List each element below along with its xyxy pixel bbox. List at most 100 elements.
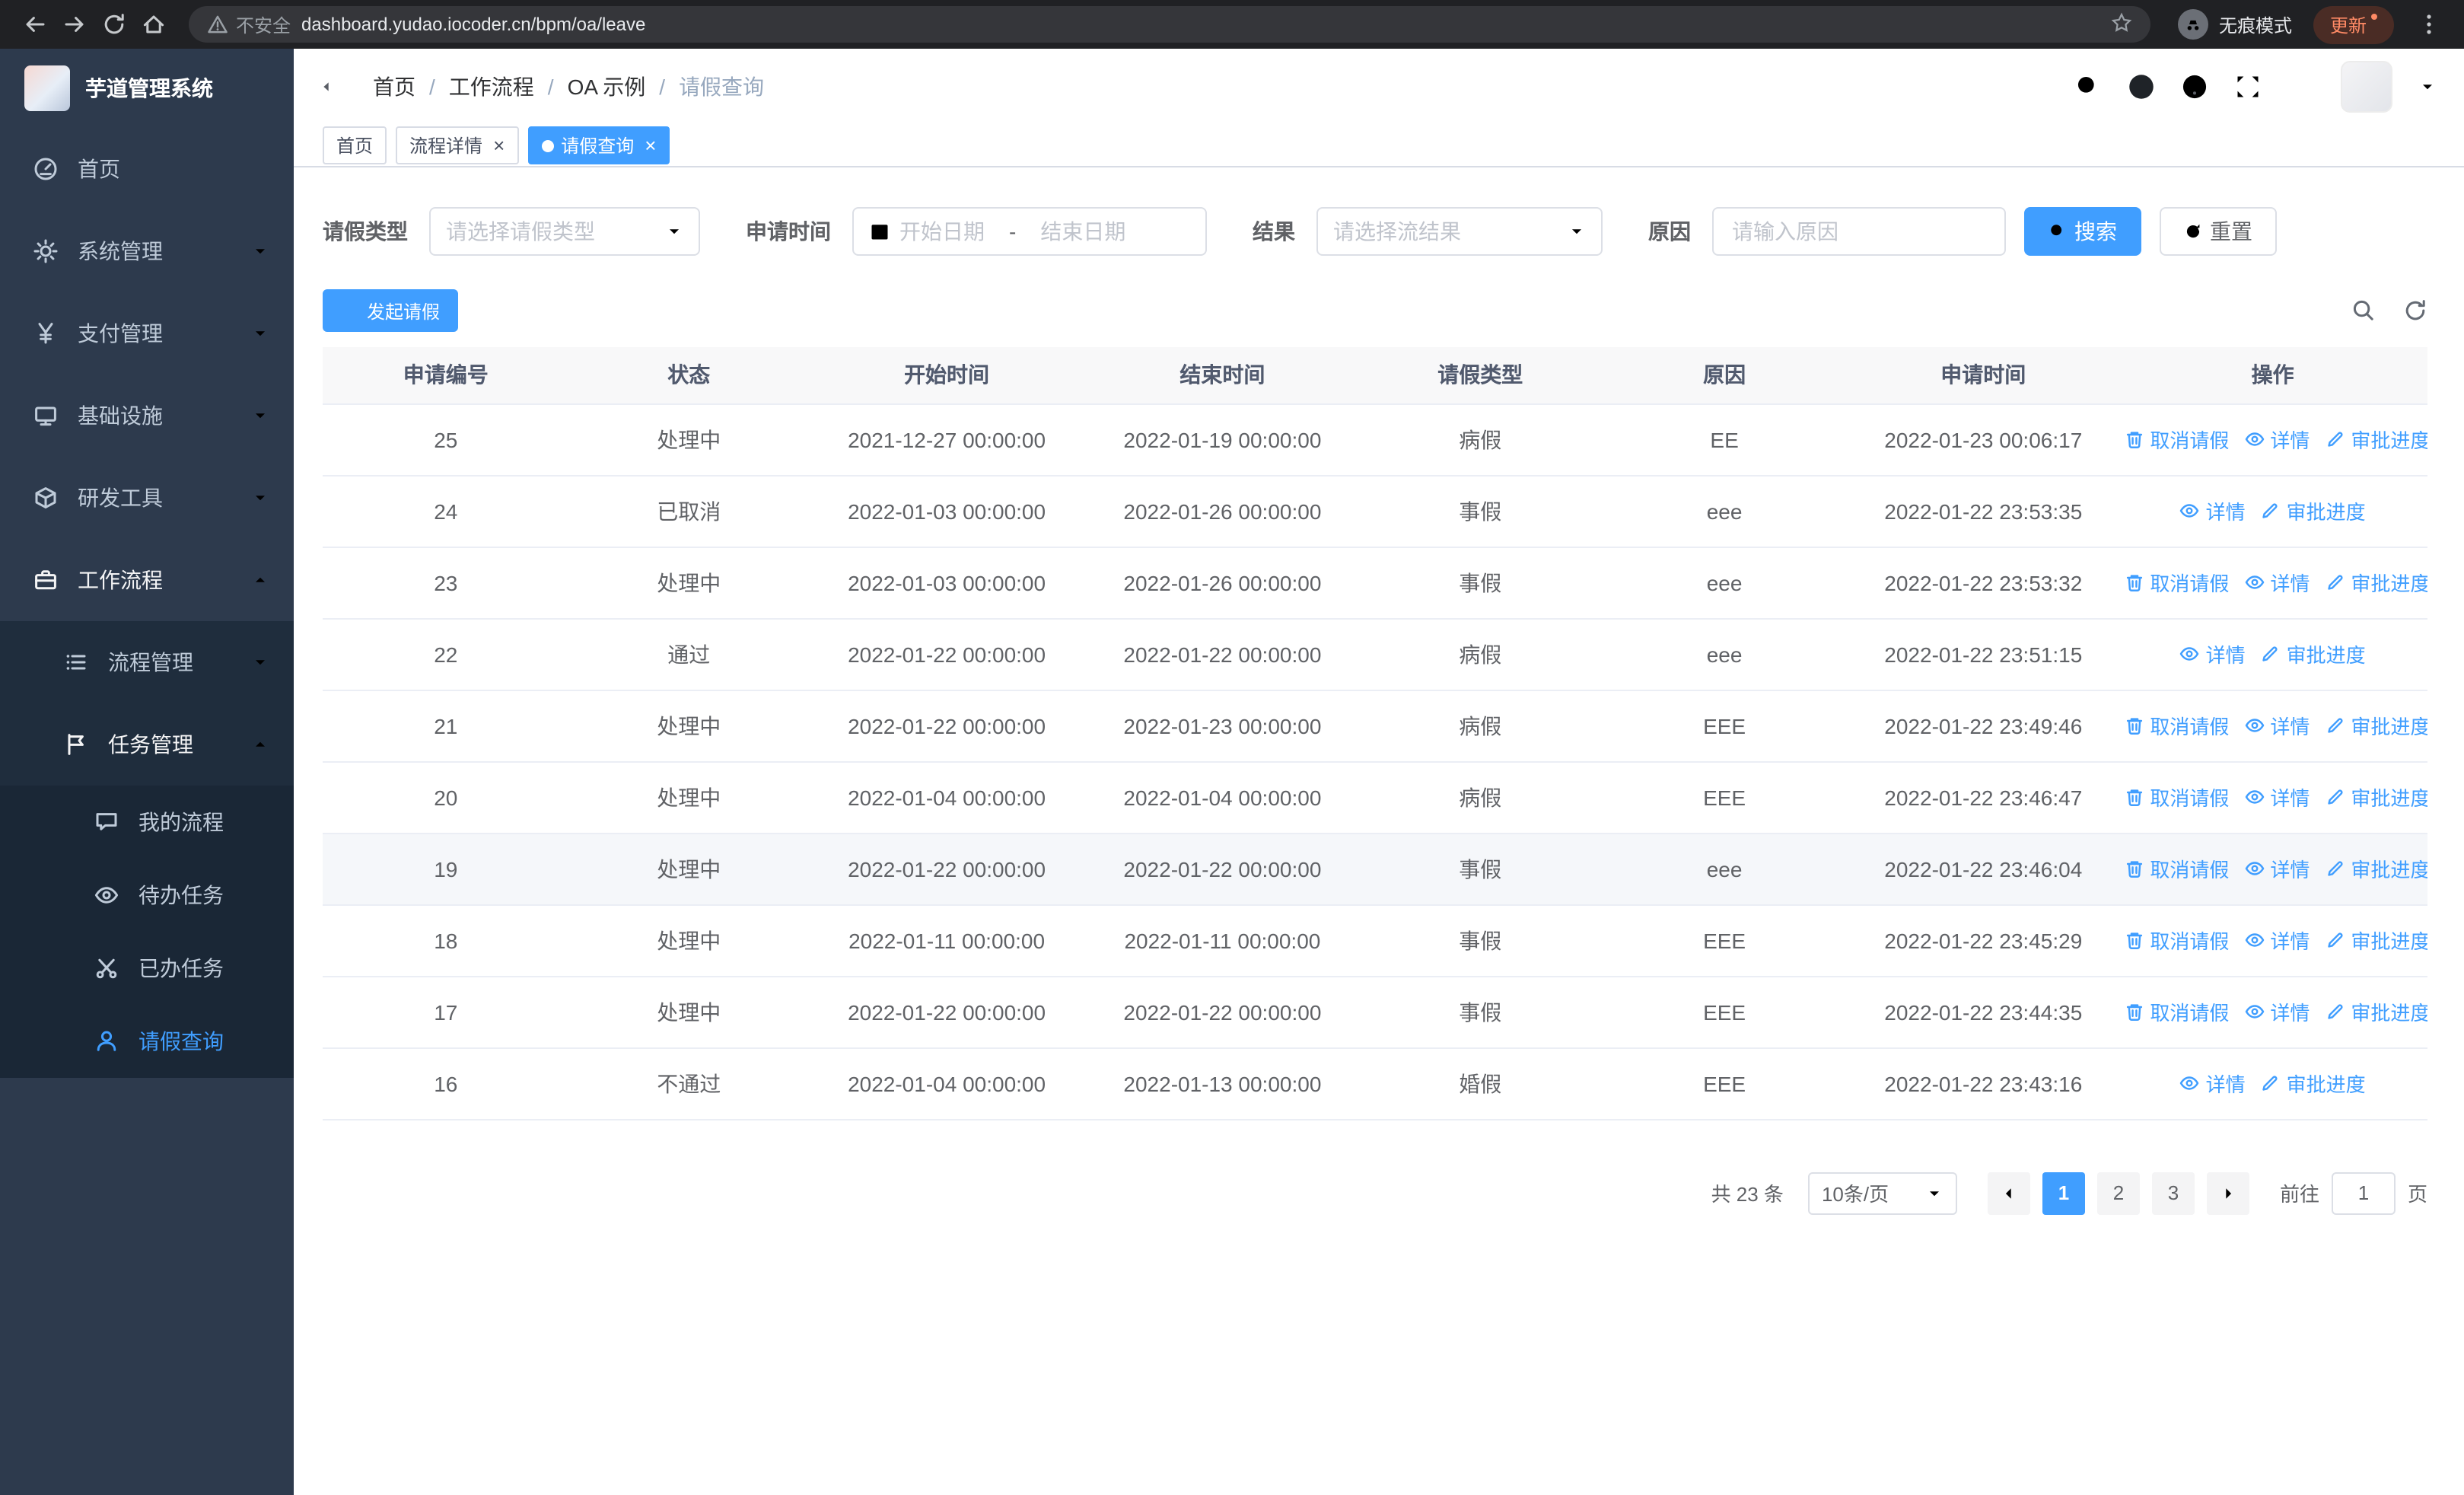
prev-page-button[interactable] <box>1987 1171 2030 1214</box>
cell-end-time: 2022-01-23 00:00:00 <box>1084 690 1361 762</box>
search-button[interactable]: 搜索 <box>2024 207 2141 256</box>
approval-progress-link[interactable]: 审批进度 <box>2325 425 2427 454</box>
detail-link[interactable]: 详情 <box>2244 711 2310 740</box>
sidebar-item-leave-query[interactable]: 请假查询 <box>0 1005 294 1078</box>
cell-apply-time: 2022-01-22 23:43:16 <box>1848 1047 2119 1120</box>
browser-menu-button[interactable] <box>2409 5 2449 44</box>
cancel-leave-link[interactable]: 取消请假 <box>2124 568 2229 597</box>
detail-link[interactable]: 详情 <box>2180 496 2246 525</box>
reset-button[interactable]: 重置 <box>2160 207 2277 256</box>
sidebar-item-done-tasks[interactable]: 已办任务 <box>0 932 294 1005</box>
sidebar-item-workflow[interactable]: 工作流程 <box>0 539 294 621</box>
cell-leave-type: 事假 <box>1360 475 1600 547</box>
cancel-leave-link[interactable]: 取消请假 <box>2124 783 2229 811</box>
approval-progress-link[interactable]: 审批进度 <box>2325 854 2427 883</box>
approval-progress-link[interactable]: 审批进度 <box>2261 496 2366 525</box>
approval-progress-link[interactable]: 审批进度 <box>2261 1069 2366 1098</box>
cancel-leave-link[interactable]: 取消请假 <box>2124 854 2229 883</box>
sidebar-item-devtools[interactable]: 研发工具 <box>0 457 294 539</box>
total-count-label: 共 23 条 <box>1711 1183 1784 1206</box>
edit-icon <box>2325 930 2345 950</box>
github-icon[interactable] <box>2128 73 2155 100</box>
toggle-search-icon-button[interactable] <box>2351 298 2376 323</box>
browser-forward-button[interactable] <box>55 5 94 44</box>
detail-link[interactable]: 详情 <box>2180 1069 2246 1098</box>
breadcrumb-item[interactable]: 工作流程 <box>449 72 534 102</box>
approval-progress-link[interactable]: 审批进度 <box>2325 997 2427 1026</box>
close-icon[interactable]: × <box>645 135 656 155</box>
chevron-down-icon <box>665 222 683 241</box>
approval-progress-link[interactable]: 审批进度 <box>2325 926 2427 955</box>
fullscreen-icon[interactable] <box>2234 73 2262 100</box>
breadcrumb-item[interactable]: 首页 <box>373 72 415 102</box>
briefcase-icon <box>33 568 58 592</box>
goto-page-input[interactable] <box>2331 1171 2396 1214</box>
page-button-2[interactable]: 2 <box>2096 1171 2140 1214</box>
page-button-3[interactable]: 3 <box>2151 1171 2195 1214</box>
detail-link[interactable]: 详情 <box>2244 568 2310 597</box>
sidebar-item-process-mgmt[interactable]: 流程管理 <box>0 621 294 703</box>
result-select[interactable]: 请选择流结果 <box>1316 207 1603 256</box>
cancel-leave-link[interactable]: 取消请假 <box>2124 711 2229 740</box>
approval-progress-link[interactable]: 审批进度 <box>2261 639 2366 668</box>
browser-reload-button[interactable] <box>94 5 134 44</box>
sidebar-item-task-mgmt[interactable]: 任务管理 <box>0 703 294 786</box>
approval-progress-link[interactable]: 审批进度 <box>2325 711 2427 740</box>
detail-link[interactable]: 详情 <box>2244 926 2310 955</box>
cell-leave-type: 病假 <box>1360 403 1600 476</box>
header-status: 状态 <box>568 347 809 404</box>
page-size-select[interactable]: 10条/页 <box>1807 1171 1957 1214</box>
detail-link[interactable]: 详情 <box>2244 425 2310 454</box>
breadcrumb-item[interactable]: OA 示例 <box>568 72 646 102</box>
leave-type-select[interactable]: 请选择请假类型 <box>429 207 700 256</box>
cancel-leave-link[interactable]: 取消请假 <box>2124 997 2229 1026</box>
sidebar-item-home[interactable]: 首页 <box>0 128 294 210</box>
cell-actions: 详情 审批进度 <box>2118 1047 2427 1120</box>
detail-link[interactable]: 详情 <box>2244 854 2310 883</box>
sidebar-item-system[interactable]: 系统管理 <box>0 210 294 292</box>
help-icon[interactable] <box>2181 73 2208 100</box>
close-icon[interactable]: × <box>493 135 505 155</box>
trash-icon <box>2124 930 2144 950</box>
create-leave-button[interactable]: 发起请假 <box>323 289 459 332</box>
detail-link[interactable]: 详情 <box>2244 997 2310 1026</box>
approval-progress-link[interactable]: 审批进度 <box>2325 783 2427 811</box>
sidebar-item-infrastructure[interactable]: 基础设施 <box>0 375 294 457</box>
sidebar-item-todo-tasks[interactable]: 待办任务 <box>0 859 294 932</box>
detail-link[interactable]: 详情 <box>2244 783 2310 811</box>
cancel-leave-link[interactable]: 取消请假 <box>2124 425 2229 454</box>
search-icon[interactable] <box>2074 73 2102 100</box>
sidebar-item-my-process[interactable]: 我的流程 <box>0 786 294 859</box>
page-button-1[interactable]: 1 <box>2042 1171 2085 1214</box>
browser-home-button[interactable] <box>134 5 173 44</box>
app-logo[interactable]: 芋道管理系统 <box>0 49 294 128</box>
security-indicator[interactable]: 不安全 <box>207 11 291 37</box>
task-submenu: 我的流程 待办任务 已办任务 请假查询 <box>0 786 294 1078</box>
browser-back-button[interactable] <box>15 5 55 44</box>
sidebar-item-payment[interactable]: 支付管理 <box>0 292 294 375</box>
url-text[interactable]: dashboard.yudao.iocoder.cn/bpm/oa/leave <box>301 14 2100 35</box>
avatar-caret-down-icon[interactable] <box>2418 78 2437 96</box>
apply-time-range-picker[interactable]: 开始日期 - 结束日期 <box>852 207 1207 256</box>
table-toolbar: 发起请假 <box>323 289 2427 332</box>
detail-link[interactable]: 详情 <box>2180 639 2246 668</box>
user-avatar[interactable] <box>2341 61 2392 113</box>
reason-input[interactable] <box>1712 207 2006 256</box>
address-bar[interactable]: 不安全 dashboard.yudao.iocoder.cn/bpm/oa/le… <box>189 6 2150 43</box>
tab-process-detail[interactable]: 流程详情 × <box>396 126 519 164</box>
bookmark-star-icon[interactable] <box>2111 11 2132 37</box>
eye-icon <box>2180 644 2200 664</box>
filter-apply-time: 申请时间 开始日期 - 结束日期 <box>746 207 1207 256</box>
sidebar-collapse-button[interactable] <box>321 73 349 100</box>
approval-progress-link[interactable]: 审批进度 <box>2325 568 2427 597</box>
eye-icon <box>2244 429 2264 449</box>
tab-leave-query[interactable]: 请假查询 × <box>527 126 670 164</box>
cancel-leave-link[interactable]: 取消请假 <box>2124 926 2229 955</box>
calendar-icon <box>869 221 890 242</box>
next-page-button[interactable] <box>2206 1171 2249 1214</box>
tab-home[interactable]: 首页 <box>323 126 387 164</box>
font-size-icon[interactable] <box>2287 73 2315 100</box>
browser-update-button[interactable]: 更新 <box>2313 5 2394 43</box>
row-actions: 取消请假 详情 审批进度 <box>2124 568 2427 597</box>
refresh-table-icon-button[interactable] <box>2403 298 2427 323</box>
